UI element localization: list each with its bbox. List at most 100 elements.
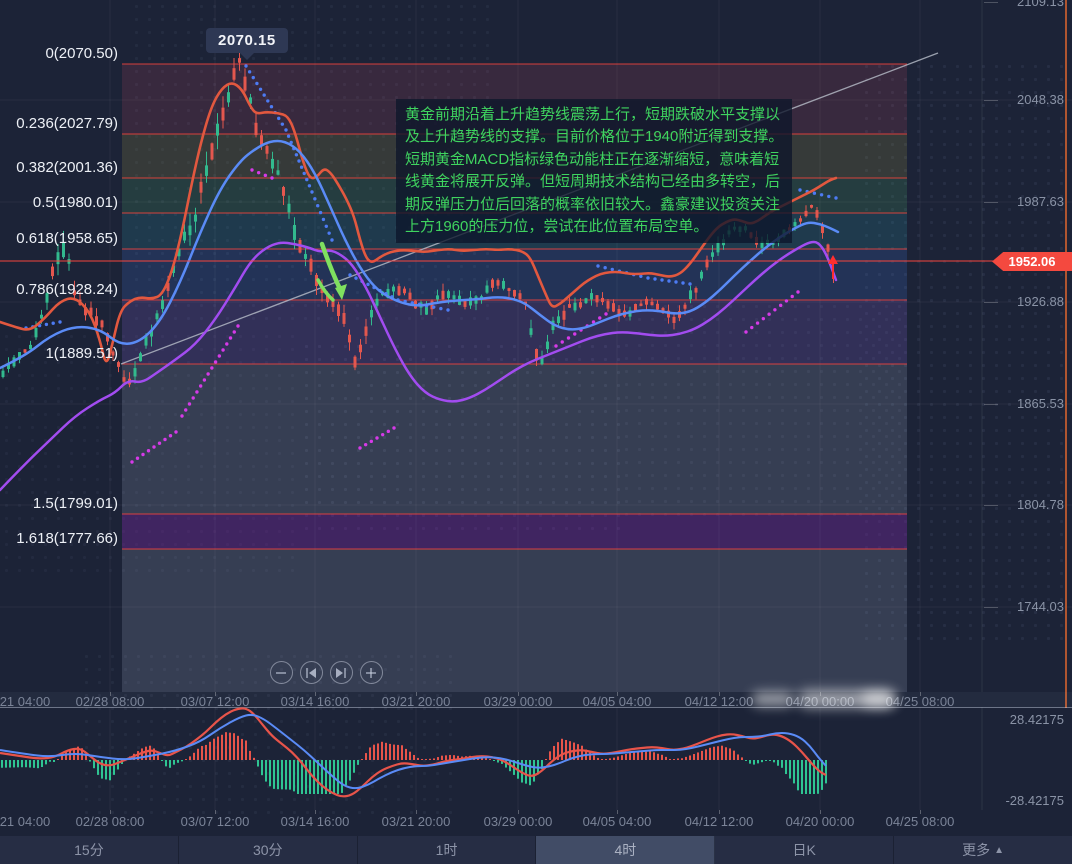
macd-hist-bar [605, 759, 607, 760]
sar-dot [141, 453, 144, 456]
sar-dot [366, 283, 369, 286]
x-axis-tick [617, 810, 618, 814]
sar-dot [762, 317, 765, 320]
macd-hist-bar [377, 743, 379, 760]
x-axis-label: 03/29 00:00 [468, 814, 568, 829]
candle-body [288, 204, 291, 213]
macd-hist-bar [581, 746, 583, 760]
macd-hist-bar [793, 760, 795, 783]
macd-canvas[interactable] [0, 707, 1072, 810]
candle-body [755, 237, 758, 245]
candle-body [57, 252, 60, 264]
timeframe-tab-5[interactable]: 日K [715, 836, 894, 864]
skip-start-button[interactable] [300, 661, 323, 684]
candle-body [574, 303, 577, 311]
x-axis-tick [215, 810, 216, 814]
macd-hist-bar [493, 760, 495, 761]
sar-dot [596, 264, 599, 267]
candle-body [255, 123, 258, 135]
fib-band [122, 64, 907, 134]
candle-body [194, 215, 197, 222]
x-axis-main [0, 692, 1072, 708]
candle-body [139, 353, 142, 361]
skip-end-button[interactable] [330, 661, 353, 684]
sar-dot [52, 322, 55, 325]
macd-hist-bar [689, 755, 691, 760]
y-axis-tick [984, 505, 998, 506]
macd-hist-bar [445, 755, 447, 760]
candle-body [46, 293, 49, 303]
sar-dot [330, 238, 333, 241]
macd-hist-bar [733, 751, 735, 760]
main-chart-canvas[interactable] [0, 0, 1072, 692]
sar-dot [773, 308, 776, 311]
macd-hist-bar [13, 760, 15, 767]
macd-hist-bar [401, 745, 403, 760]
sar-dot [174, 430, 177, 433]
candle-body [365, 326, 368, 335]
macd-hist-bar [289, 760, 291, 790]
x-axis-label: 04/25 08:00 [870, 814, 970, 829]
sar-dot [248, 70, 251, 73]
candle-body [112, 352, 115, 356]
candle-body [728, 230, 731, 234]
timeframe-tab-1[interactable]: 15分 [0, 836, 179, 864]
sar-dot [432, 305, 435, 308]
candle-body [634, 304, 637, 311]
fib-band [122, 178, 907, 213]
candle-body [277, 170, 280, 174]
candle-body [761, 241, 764, 247]
sar-dot [203, 378, 206, 381]
sar-dot [58, 320, 61, 323]
y-axis-tick [984, 404, 998, 405]
zoom-out-button[interactable] [270, 661, 293, 684]
macd-hist-bar [677, 758, 679, 760]
macd-hist-bar [745, 760, 747, 761]
timeframe-tab-4[interactable]: 4时 [536, 836, 715, 864]
macd-hist-bar [41, 760, 43, 767]
sar-dot [199, 384, 202, 387]
sar-dot [767, 313, 770, 316]
macd-hist-bar [337, 760, 339, 794]
candle-body [590, 293, 593, 299]
candle-body [35, 328, 38, 337]
macd-hist-bar [281, 760, 283, 789]
sar-dot [233, 330, 236, 333]
macd-hist-bar [777, 760, 779, 766]
zoom-in-button[interactable] [360, 661, 383, 684]
candle-body [585, 298, 588, 303]
candle-body [612, 303, 615, 311]
sar-dot [364, 443, 367, 446]
x-axis-label: 04/05 04:00 [567, 814, 667, 829]
timeframe-tab-6[interactable]: 更多▲ [894, 836, 1072, 864]
x-axis-tick [110, 692, 111, 696]
macd-hist-bar [345, 760, 347, 785]
x-axis-tick [920, 810, 921, 814]
x-axis-label: 02/28 08:00 [60, 814, 160, 829]
timeframe-tab-label: 15分 [74, 840, 104, 860]
macd-hist-bar [285, 760, 287, 789]
macd-hist-bar [729, 748, 731, 760]
macd-hist-bar [57, 759, 59, 760]
sar-dot [667, 279, 670, 282]
macd-hist-bar [805, 760, 807, 794]
sar-dot [303, 172, 306, 175]
sar-dot [603, 266, 606, 269]
macd-hist-bar [165, 760, 167, 766]
y-axis-tick [984, 607, 998, 608]
macd-hist-bar [369, 747, 371, 760]
sar-dot [387, 430, 390, 433]
current-price-badge: 1952.06 [992, 252, 1072, 271]
plus-icon [363, 665, 379, 681]
macd-hist-bar [565, 740, 567, 760]
macd-hist-bar [697, 752, 699, 760]
timeframe-tab-3[interactable]: 1时 [358, 836, 537, 864]
candle-body [370, 310, 373, 317]
sar-dot [319, 211, 322, 214]
skip-end-icon [333, 665, 349, 681]
x-axis-tick [416, 692, 417, 696]
timeframe-tab-2[interactable]: 30分 [179, 836, 358, 864]
macd-hist-bar [309, 760, 311, 794]
candle-body [497, 280, 500, 286]
x-axis-label: 03/07 12:00 [165, 814, 265, 829]
